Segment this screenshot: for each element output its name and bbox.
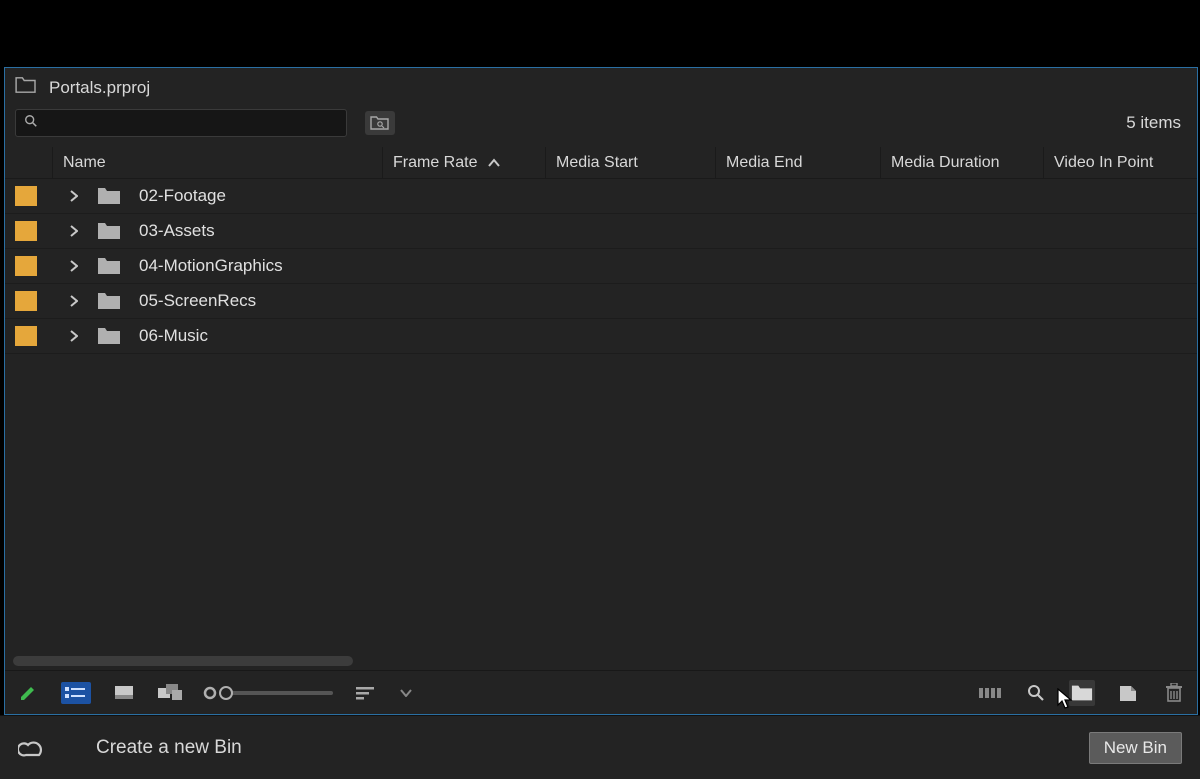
table-row[interactable]: 03-Assets xyxy=(5,214,1197,249)
bin-name: 02-Footage xyxy=(139,186,226,206)
new-bin-button[interactable] xyxy=(1069,680,1095,706)
zoom-slider[interactable] xyxy=(203,680,333,706)
find-button[interactable] xyxy=(1023,680,1049,706)
table-row[interactable]: 04-MotionGraphics xyxy=(5,249,1197,284)
disclosure-icon[interactable] xyxy=(67,225,81,237)
sort-menu-chevron-icon[interactable] xyxy=(399,680,413,706)
folder-icon xyxy=(97,187,121,205)
zoom-knob[interactable] xyxy=(219,686,233,700)
bin-name: 06-Music xyxy=(139,326,208,346)
disclosure-icon[interactable] xyxy=(67,260,81,272)
panel-toolbar xyxy=(5,670,1197,714)
column-video-in-point[interactable]: Video In Point xyxy=(1044,147,1197,178)
column-media-start-label: Media Start xyxy=(556,154,638,172)
search-box[interactable] xyxy=(15,109,347,137)
column-name-label: Name xyxy=(63,154,106,172)
column-media-start[interactable]: Media Start xyxy=(546,147,716,178)
label-swatch[interactable] xyxy=(15,221,37,241)
freeform-view-button[interactable] xyxy=(157,680,183,706)
search-icon xyxy=(24,114,38,133)
column-media-duration[interactable]: Media Duration xyxy=(881,147,1044,178)
bin-list: 02-Footage 03-Assets 04-MotionGraphics xyxy=(5,179,1197,670)
column-frame-rate[interactable]: Frame Rate xyxy=(383,147,546,178)
label-swatch[interactable] xyxy=(15,186,37,206)
disclosure-icon[interactable] xyxy=(67,295,81,307)
tutorial-tooltip-text: Create a new Bin xyxy=(96,737,242,759)
label-swatch[interactable] xyxy=(15,256,37,276)
search-input[interactable] xyxy=(44,115,338,131)
folder-icon xyxy=(97,222,121,240)
disclosure-icon[interactable] xyxy=(67,330,81,342)
column-headers: Name Frame Rate Media Start Media End Me… xyxy=(5,147,1197,179)
table-row[interactable]: 05-ScreenRecs xyxy=(5,284,1197,319)
horizontal-scrollbar[interactable] xyxy=(13,656,353,666)
tutorial-footer: Create a new Bin New Bin xyxy=(0,715,1200,779)
column-video-in-point-label: Video In Point xyxy=(1054,154,1153,172)
column-frame-rate-label: Frame Rate xyxy=(393,154,477,172)
automate-to-sequence-button[interactable] xyxy=(977,680,1003,706)
label-swatch[interactable] xyxy=(15,291,37,311)
column-media-end-label: Media End xyxy=(726,154,803,172)
write-mode-icon[interactable] xyxy=(15,680,41,706)
bin-name: 05-ScreenRecs xyxy=(139,291,256,311)
project-name: Portals.prproj xyxy=(49,78,150,98)
project-folder-icon xyxy=(15,76,37,99)
column-media-end[interactable]: Media End xyxy=(716,147,881,178)
bin-name: 04-MotionGraphics xyxy=(139,256,283,276)
folder-icon xyxy=(97,292,121,310)
search-row: 5 items xyxy=(5,105,1197,147)
sort-ascending-icon xyxy=(487,158,501,168)
new-item-button[interactable] xyxy=(1115,680,1141,706)
project-panel: Portals.prproj 5 items Name Frame Rate M… xyxy=(4,67,1198,715)
column-label[interactable] xyxy=(5,147,53,178)
creative-cloud-icon xyxy=(18,737,46,759)
folder-icon xyxy=(97,327,121,345)
icon-view-button[interactable] xyxy=(111,680,137,706)
delete-button[interactable] xyxy=(1161,680,1187,706)
folder-icon xyxy=(97,257,121,275)
sort-button[interactable] xyxy=(353,680,379,706)
list-view-button[interactable] xyxy=(61,682,91,704)
disclosure-icon[interactable] xyxy=(67,190,81,202)
table-row[interactable]: 02-Footage xyxy=(5,179,1197,214)
table-row[interactable]: 06-Music xyxy=(5,319,1197,354)
find-in-bin-button[interactable] xyxy=(365,111,395,135)
item-count: 5 items xyxy=(1126,113,1181,133)
panel-header: Portals.prproj xyxy=(5,68,1197,105)
label-swatch[interactable] xyxy=(15,326,37,346)
column-name[interactable]: Name xyxy=(53,147,383,178)
bin-name: 03-Assets xyxy=(139,221,215,241)
column-media-duration-label: Media Duration xyxy=(891,154,1000,172)
new-bin-tooltip: New Bin xyxy=(1089,732,1182,764)
